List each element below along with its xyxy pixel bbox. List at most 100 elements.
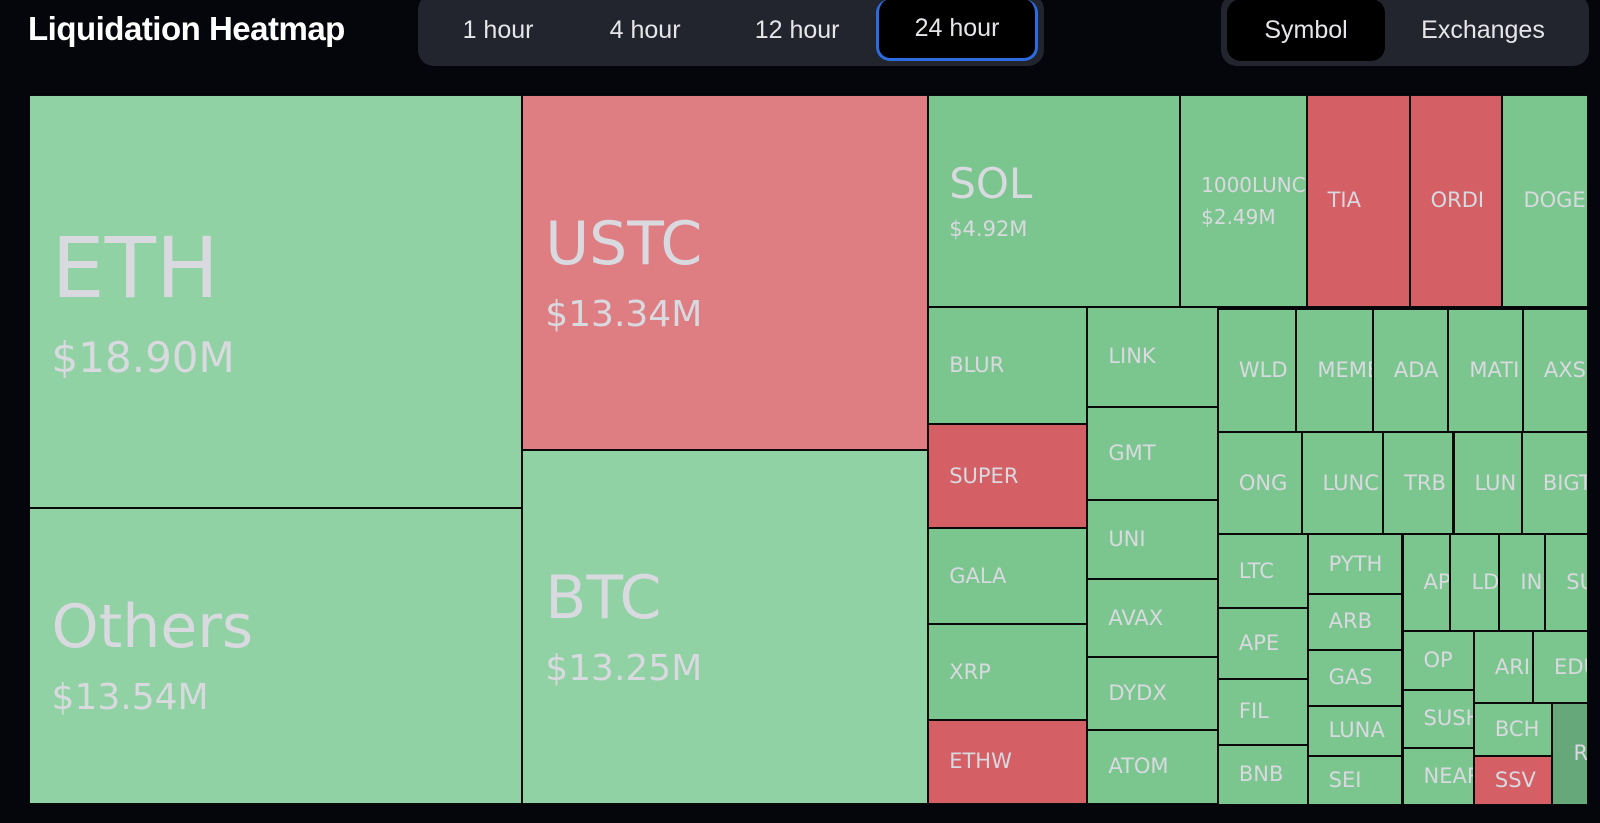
treemap-cell-trb[interactable]: TRB — [1383, 432, 1454, 535]
treemap-cell-bigt[interactable]: BIGT — [1521, 432, 1589, 535]
treemap-cell-super[interactable]: SUPER — [928, 424, 1088, 529]
treemap-cell-link[interactable]: LINK — [1087, 307, 1218, 407]
treemap-cell-luna[interactable]: LUNA — [1307, 705, 1403, 756]
cell-symbol: AXS — [1543, 358, 1586, 383]
cell-symbol: OP — [1423, 647, 1453, 672]
cell-symbol: ADA — [1393, 358, 1439, 383]
treemap-cell-xrp[interactable]: XRP — [928, 624, 1088, 721]
liquidation-treemap: ETH $18.90M Others $13.54M USTC $13.34M BTC $13… — [0, 0, 1600, 823]
treemap-cell-su[interactable]: SU — [1545, 534, 1589, 632]
cell-symbol: UNI — [1108, 527, 1146, 552]
treemap-cell-in[interactable]: IN — [1499, 534, 1546, 632]
cell-symbol: IN — [1520, 570, 1543, 595]
cell-symbol: ARB — [1328, 609, 1372, 634]
cell-symbol: SU — [1566, 570, 1587, 595]
cell-symbol: DOGE — [1523, 188, 1586, 213]
treemap-cell-ap[interactable]: AP — [1402, 534, 1451, 632]
treemap-cell-others[interactable]: Others $13.54M — [28, 507, 523, 804]
treemap-cell-dydx[interactable]: DYDX — [1087, 656, 1218, 731]
treemap-cell-doge[interactable]: DOGE — [1502, 94, 1589, 308]
cell-symbol: FIL — [1238, 699, 1269, 724]
treemap-cell-ld[interactable]: LD — [1450, 534, 1500, 632]
treemap-cell-ada[interactable]: ADA — [1372, 309, 1449, 433]
treemap-cell-axs[interactable]: AXS — [1522, 309, 1589, 433]
cell-symbol: GALA — [949, 563, 1007, 588]
treemap-cell-op[interactable]: OP — [1402, 631, 1474, 690]
cell-symbol: Others — [51, 592, 254, 663]
cell-symbol: LINK — [1108, 344, 1156, 369]
cell-symbol: LUNC — [1322, 470, 1379, 495]
cell-symbol: BLUR — [949, 353, 1005, 378]
treemap-cell-mati[interactable]: MATI — [1448, 309, 1523, 433]
cell-symbol: 1000LUNC — [1201, 172, 1306, 197]
treemap-cell-atom[interactable]: ATOM — [1087, 730, 1218, 804]
cell-symbol: BCH — [1494, 716, 1540, 741]
cell-symbol: SUSH — [1423, 706, 1473, 731]
treemap-cell-ltc[interactable]: LTC — [1217, 534, 1308, 608]
treemap-cell-gmt[interactable]: GMT — [1087, 406, 1218, 500]
cell-symbol: SSV — [1494, 767, 1536, 792]
treemap-cell-lunc[interactable]: LUNC — [1301, 432, 1384, 535]
treemap-cell-fil[interactable]: FIL — [1217, 679, 1308, 745]
cell-symbol: ETH — [51, 218, 220, 317]
treemap-cell-ape[interactable]: APE — [1217, 607, 1308, 680]
cell-symbol: LUNA — [1328, 718, 1385, 743]
cell-symbol: AP — [1423, 570, 1451, 595]
cell-symbol: XRP — [949, 659, 991, 684]
treemap-cell-1000lunc[interactable]: 1000LUNC $2.49M — [1180, 94, 1307, 308]
cell-symbol: APE — [1238, 631, 1280, 656]
cell-symbol: MATI — [1469, 358, 1520, 383]
cell-symbol: GMT — [1108, 440, 1156, 465]
cell-symbol: R — [1573, 741, 1589, 766]
cell-symbol: USTC — [545, 208, 703, 279]
cell-symbol: PYTH — [1328, 551, 1383, 576]
treemap-cell-ordi[interactable]: ORDI — [1409, 94, 1503, 308]
cell-symbol: EDU — [1554, 654, 1587, 679]
treemap-cell-r[interactable]: R — [1552, 702, 1589, 805]
treemap-cell-tia[interactable]: TIA — [1306, 94, 1410, 308]
treemap-cell-edu[interactable]: EDU — [1533, 631, 1589, 703]
treemap-cell-near[interactable]: NEAR — [1402, 747, 1474, 805]
treemap-cell-btc[interactable]: BTC $13.25M — [522, 449, 929, 804]
treemap-cell-lun[interactable]: LUN — [1453, 432, 1522, 535]
treemap-cell-uni[interactable]: UNI — [1087, 499, 1218, 580]
cell-symbol: SOL — [949, 159, 1033, 209]
treemap-cell-wld[interactable]: WLD — [1217, 309, 1297, 433]
cell-value: $4.92M — [949, 216, 1028, 241]
cell-symbol: ETHW — [949, 749, 1012, 774]
cell-symbol: BTC — [545, 562, 662, 633]
treemap-cell-bnb[interactable]: BNB — [1217, 744, 1308, 805]
treemap-cell-ethw[interactable]: ETHW — [928, 720, 1088, 804]
treemap-cell-gas[interactable]: GAS — [1307, 649, 1403, 706]
cell-symbol: ORDI — [1430, 188, 1485, 213]
treemap-cell-pyth[interactable]: PYTH — [1307, 534, 1403, 594]
cell-symbol: SUPER — [949, 463, 1019, 488]
treemap-cell-ssv[interactable]: SSV — [1473, 755, 1553, 805]
cell-symbol: BIGT — [1542, 470, 1589, 495]
treemap-cell-gala[interactable]: GALA — [928, 528, 1088, 625]
treemap-cell-blur[interactable]: BLUR — [928, 307, 1088, 425]
cell-value: $13.54M — [51, 677, 209, 719]
cell-symbol: ARI — [1494, 654, 1531, 679]
treemap-cell-sol[interactable]: SOL $4.92M — [928, 94, 1181, 308]
treemap-cell-arb[interactable]: ARB — [1307, 593, 1403, 650]
cell-symbol: WLD — [1238, 358, 1288, 383]
cell-symbol: DYDX — [1108, 681, 1167, 706]
treemap-cell-meme[interactable]: MEME — [1296, 309, 1373, 433]
cell-symbol: SEI — [1328, 767, 1362, 792]
treemap-cell-ari[interactable]: ARI — [1473, 631, 1534, 703]
treemap-cell-ong[interactable]: ONG — [1217, 432, 1302, 535]
cell-symbol: ONG — [1238, 470, 1288, 495]
treemap-cell-avax[interactable]: AVAX — [1087, 579, 1218, 657]
cell-symbol: LTC — [1238, 558, 1274, 583]
treemap-cell-bch[interactable]: BCH — [1473, 702, 1553, 756]
cell-value: $2.49M — [1201, 204, 1276, 229]
cell-value: $13.25M — [545, 647, 703, 689]
treemap-cell-sei[interactable]: SEI — [1307, 755, 1403, 805]
treemap-cell-sush[interactable]: SUSH — [1402, 689, 1474, 748]
treemap-cell-eth[interactable]: ETH $18.90M — [28, 94, 523, 508]
cell-symbol: ATOM — [1108, 754, 1169, 779]
cell-value: $18.90M — [51, 333, 235, 382]
treemap-cell-ustc[interactable]: USTC $13.34M — [522, 94, 929, 450]
cell-symbol: NEAR — [1423, 763, 1473, 788]
